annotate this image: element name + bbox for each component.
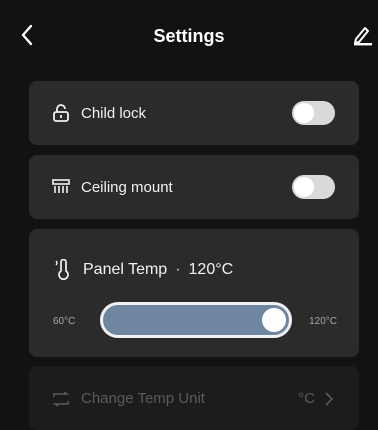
ceiling-mount-label: Ceiling mount <box>81 179 173 196</box>
header-bar: Settings <box>0 0 378 70</box>
toggle-knob <box>294 177 314 197</box>
page-title: Settings <box>153 26 225 46</box>
child-lock-label: Child lock <box>81 105 147 122</box>
change-temp-unit-label: Change Temp Unit <box>81 390 205 407</box>
lock-icon <box>51 103 71 123</box>
temp-unit-value: °C <box>298 390 315 407</box>
thermometer-icon <box>53 259 73 281</box>
panel-temp-card: Panel Temp · 120°C 60°C 120°C <box>29 229 359 357</box>
change-temp-unit-row[interactable]: Change Temp Unit °C <box>29 366 359 430</box>
slider-thumb[interactable] <box>262 308 286 332</box>
swap-icon <box>51 390 71 408</box>
pencil-icon <box>354 27 372 46</box>
child-lock-toggle[interactable] <box>292 101 335 125</box>
range-min-label: 60°C <box>53 316 76 327</box>
ceiling-mount-row: Ceiling mount <box>29 155 359 219</box>
chevron-right-icon <box>323 391 335 407</box>
separator-dot: · <box>175 261 181 278</box>
panel-temp-label: Panel Temp <box>83 261 168 278</box>
range-max-label: 120°C <box>309 316 337 327</box>
edit-button[interactable] <box>350 22 376 48</box>
panel-temp-slider[interactable] <box>100 302 292 338</box>
heater-icon <box>51 177 71 197</box>
ceiling-mount-toggle[interactable] <box>292 175 335 199</box>
panel-temp-value: 120°C <box>188 261 234 278</box>
toggle-knob <box>294 103 314 123</box>
panel-temp-header: Panel Temp · 120°C <box>53 259 233 281</box>
child-lock-row: Child lock <box>29 81 359 145</box>
